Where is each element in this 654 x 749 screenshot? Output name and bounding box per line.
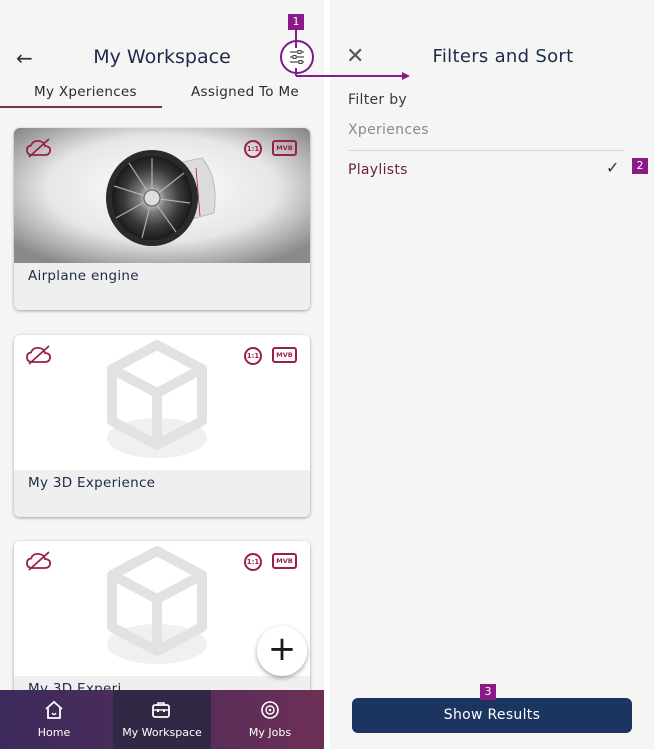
mvb-badge: MVB [272,140,297,156]
page-title: My Workspace [93,46,231,68]
xperience-card[interactable]: 1:1 MVB Airplane engine [14,128,310,310]
workspace-header: ← My Workspace My Xperiences Assigned To… [0,28,324,108]
nav-item-home[interactable]: Home [0,690,108,749]
workspace-panel: ← My Workspace My Xperiences Assigned To… [0,0,324,749]
filter-option-playlists[interactable]: Playlists [348,162,408,178]
card-thumbnail [14,128,310,263]
tab-assigned-to-me[interactable]: Assigned To Me [191,84,299,100]
show-results-button[interactable]: Show Results [352,698,632,733]
nav-item-my-workspace[interactable]: My Workspace [113,690,211,749]
xperience-card[interactable]: 1:1 MVB My 3D Experience [14,335,310,517]
nav-label-my-workspace: My Workspace [122,726,202,739]
nav-item-my-jobs[interactable]: My Jobs [216,690,324,749]
ratio-badge-icon: 1:1 [244,347,262,365]
mvb-badge: MVB [272,347,297,363]
toolbox-icon [152,702,170,718]
workspace-tabs: My Xperiences Assigned To Me [0,84,324,108]
app-root: ← My Workspace My Xperiences Assigned To… [0,0,654,749]
callout-badge: 2 [632,158,648,174]
home-icon [45,700,63,719]
callout-arrow [295,28,410,80]
mvb-badge: MVB [272,553,297,569]
bottom-navigation: Home My Workspace My Jobs [0,690,324,749]
nav-label-my-jobs: My Jobs [248,726,292,739]
ratio-badge-icon: 1:1 [244,553,262,571]
card-thumbnail [14,335,310,470]
callout-badge: 3 [480,684,496,700]
tab-my-xperiences[interactable]: My Xperiences [34,84,137,100]
card-title: My 3D Experience [28,475,156,491]
active-tab-indicator [0,106,162,108]
ratio-badge-icon: 1:1 [244,140,262,158]
airplane-engine-image [14,128,310,263]
filters-panel: ✕ Filters and Sort Filter by Xperiences … [330,0,654,749]
cloud-off-icon [26,345,52,365]
filter-option-xperiences[interactable]: Xperiences [348,122,429,138]
filter-by-heading: Filter by [348,92,407,108]
nav-label-home: Home [37,726,71,739]
card-title: Airplane engine [28,268,139,284]
add-xperience-button[interactable]: + [257,626,307,676]
cloud-off-icon [26,138,52,158]
checkmark-icon: ✓ [606,158,620,177]
jobs-icon [261,701,279,719]
cube-placeholder-icon [14,335,310,470]
cloud-off-icon [26,551,52,571]
divider [348,150,624,151]
